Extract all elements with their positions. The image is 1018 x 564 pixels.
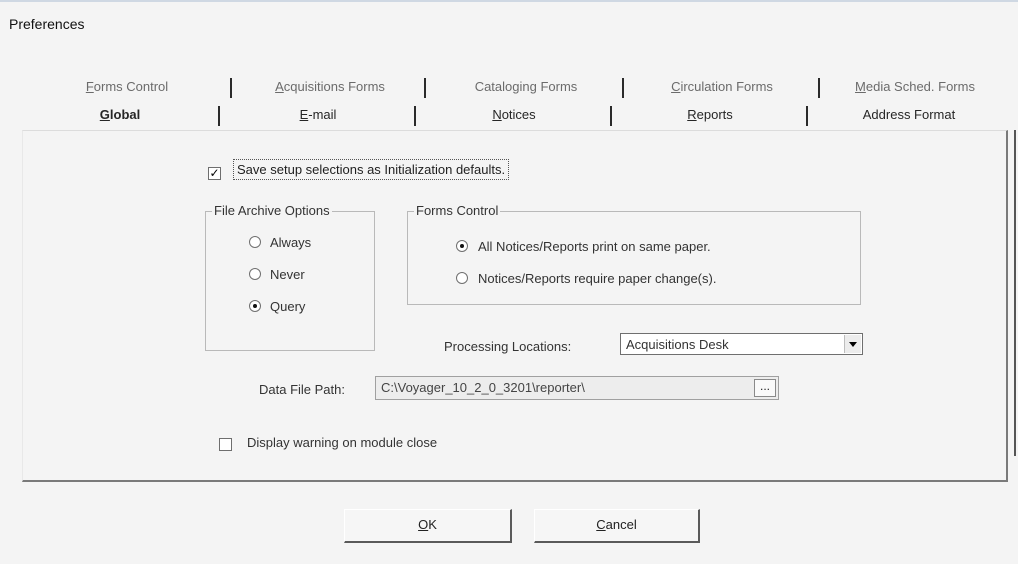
archive-always-label[interactable]: Always xyxy=(270,235,311,250)
dropdown-arrow-icon[interactable] xyxy=(844,335,861,353)
tab-row-back: Forms Control Acquisitions Forms Catalog… xyxy=(22,76,1008,98)
archive-never-label[interactable]: Never xyxy=(270,267,305,282)
paper-change-radio[interactable] xyxy=(456,272,468,284)
paper-change-label[interactable]: Notices/Reports require paper change(s). xyxy=(478,271,716,286)
tab-reports[interactable]: Reports xyxy=(614,104,806,126)
display-warning-checkbox[interactable] xyxy=(219,438,232,451)
archive-always-radio[interactable] xyxy=(249,236,261,248)
tab-address-format[interactable]: Address Format xyxy=(810,104,1008,126)
archive-query-label[interactable]: Query xyxy=(270,299,305,314)
tab-notices[interactable]: Notices xyxy=(418,104,610,126)
tab-circulation-forms[interactable]: Circulation Forms xyxy=(632,76,812,98)
ok-button[interactable]: OK xyxy=(344,509,512,543)
file-archive-group: File Archive Options Always Never Query xyxy=(205,203,375,351)
window-top-border xyxy=(0,0,1018,2)
data-file-path-value: C:\Voyager_10_2_0_3201\reporter\ xyxy=(381,380,585,395)
display-warning-label[interactable]: Display warning on module close xyxy=(247,435,437,450)
tab-separator xyxy=(230,78,232,98)
processing-locations-select[interactable]: Acquisitions Desk xyxy=(620,333,863,355)
tab-acquisitions-forms[interactable]: Acquisitions Forms xyxy=(240,76,420,98)
file-archive-legend: File Archive Options xyxy=(212,203,332,218)
tab-separator xyxy=(610,106,612,126)
radio-selected-dot xyxy=(253,304,257,308)
archive-never-radio[interactable] xyxy=(249,268,261,280)
save-defaults-label[interactable]: Save setup selections as Initialization … xyxy=(233,159,510,180)
tab-separator xyxy=(622,78,624,98)
window-title: Preferences xyxy=(9,16,85,32)
cancel-button[interactable]: Cancel xyxy=(534,509,700,543)
tab-media-sched-forms[interactable]: Media Sched. Forms xyxy=(822,76,1008,98)
same-paper-label[interactable]: All Notices/Reports print on same paper. xyxy=(478,239,711,254)
tab-separator xyxy=(818,78,820,98)
forms-control-legend: Forms Control xyxy=(414,203,501,218)
tab-email[interactable]: E-mail xyxy=(222,104,414,126)
processing-locations-label: Processing Locations: xyxy=(444,339,572,354)
panel-right-shadow xyxy=(1014,130,1016,456)
save-defaults-checkbox[interactable]: ✓ xyxy=(208,167,221,180)
tab-global[interactable]: Global xyxy=(22,104,218,126)
same-paper-radio[interactable] xyxy=(456,240,468,252)
tab-forms-control[interactable]: Forms Control xyxy=(52,76,202,98)
archive-query-radio[interactable] xyxy=(249,300,261,312)
data-file-path-input[interactable]: C:\Voyager_10_2_0_3201\reporter\ ... xyxy=(375,376,779,400)
radio-selected-dot xyxy=(460,244,464,248)
tab-separator xyxy=(414,106,416,126)
tab-row-front: Global E-mail Notices Reports Address Fo… xyxy=(22,104,1008,126)
tab-cataloging-forms[interactable]: Cataloging Forms xyxy=(436,76,616,98)
browse-button[interactable]: ... xyxy=(754,379,776,397)
forms-control-group: Forms Control All Notices/Reports print … xyxy=(407,203,861,305)
processing-locations-value: Acquisitions Desk xyxy=(626,337,729,352)
tab-separator xyxy=(806,106,808,126)
tab-separator xyxy=(424,78,426,98)
check-icon: ✓ xyxy=(209,166,220,180)
tab-separator xyxy=(218,106,220,126)
global-tab-panel: ✓ Save setup selections as Initializatio… xyxy=(22,130,1008,482)
data-file-path-label: Data File Path: xyxy=(259,382,345,397)
